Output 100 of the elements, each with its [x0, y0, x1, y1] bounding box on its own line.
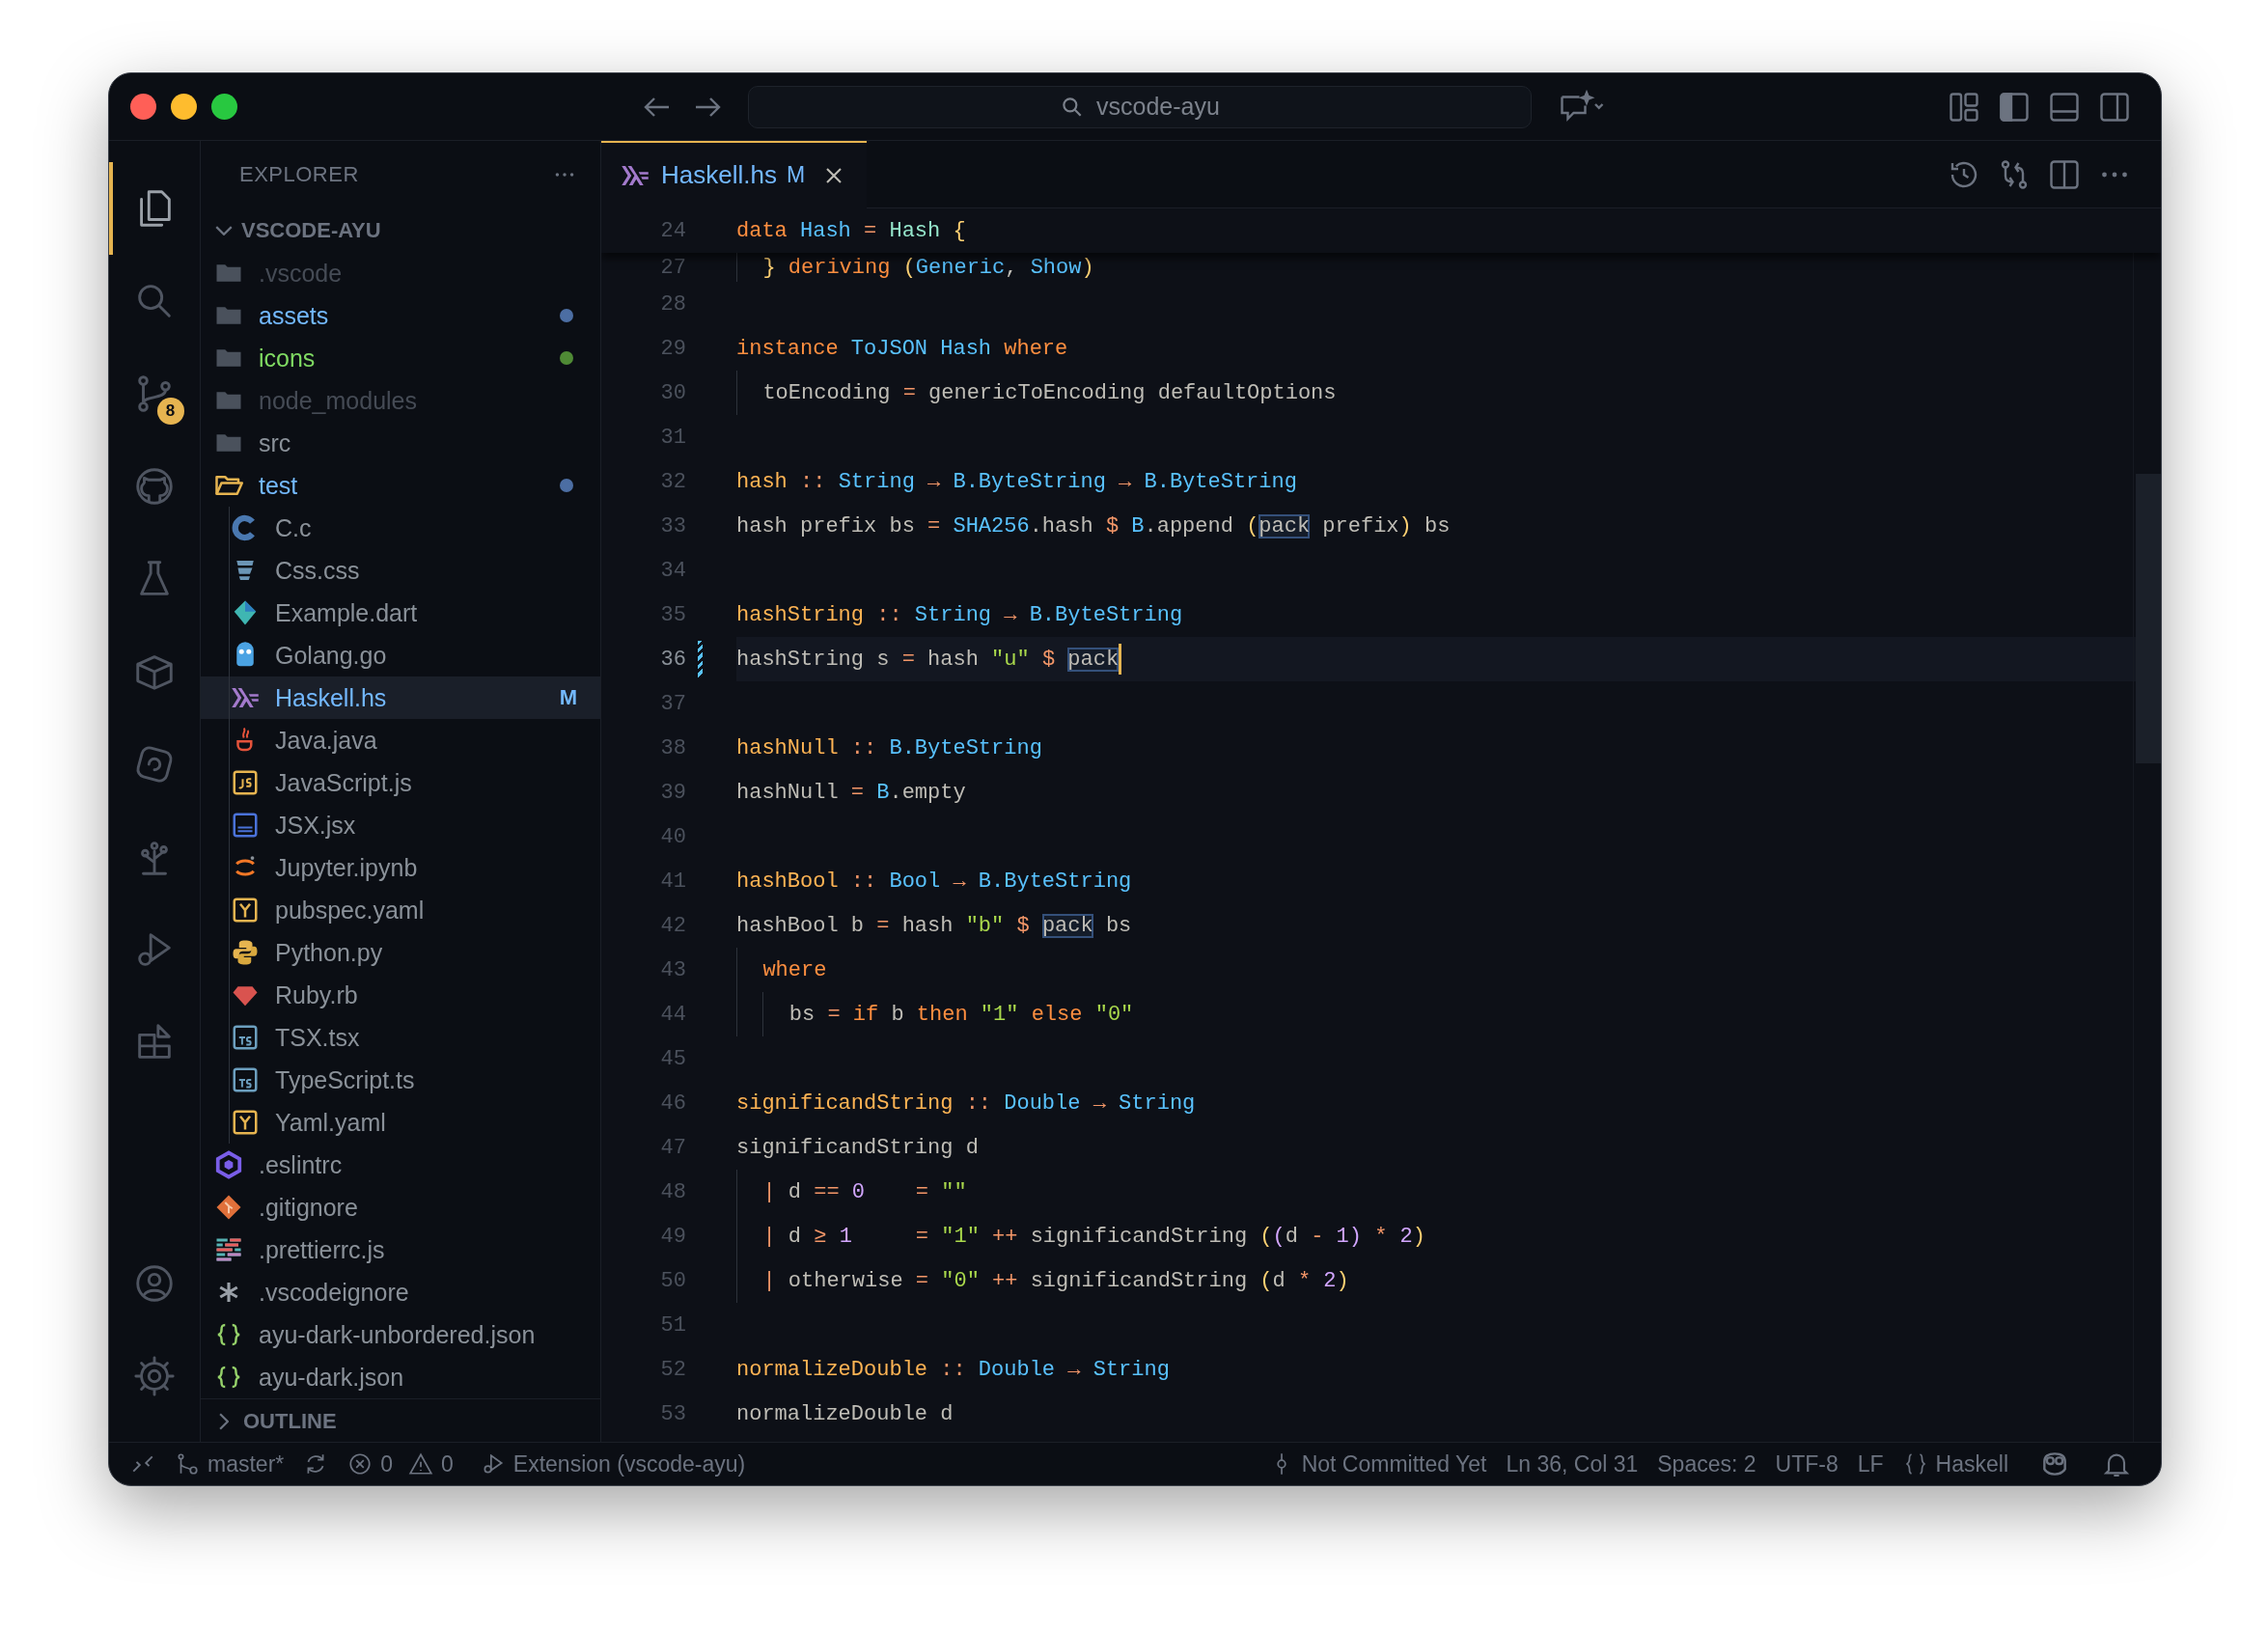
editor-tab[interactable]: Haskell.hs M — [601, 140, 868, 208]
workspace-folder-header[interactable]: VSCODE-AYU — [201, 208, 600, 252]
file-tree-item[interactable]: .gitignore — [201, 1186, 600, 1229]
line-number: 49 — [659, 1224, 686, 1249]
line-number: 52 — [659, 1357, 686, 1382]
line-number: 44 — [659, 1002, 686, 1027]
maximize-window-button[interactable] — [211, 94, 237, 120]
launch-configuration[interactable]: Extension (vscode-ayu) — [480, 1450, 746, 1477]
code-line: | otherwise = "0" ++ significandString (d * 2) — [736, 1258, 1349, 1303]
code-line: } deriving (Generic, Show) — [736, 253, 1094, 282]
line-number: 43 — [659, 957, 686, 982]
code-line: hashNull = B.empty — [736, 780, 966, 805]
file-type-icon — [231, 768, 260, 797]
line-number: 30 — [659, 380, 686, 405]
cursor-position[interactable]: Ln 36, Col 31 — [1506, 1450, 1639, 1477]
code-line: data Hash = Hash { — [736, 218, 966, 243]
code-line: | d == 0 = "" — [736, 1170, 967, 1214]
text-cursor — [1119, 644, 1122, 675]
line-number: 50 — [659, 1268, 686, 1293]
line-number: 41 — [659, 869, 686, 894]
file-tree-item[interactable]: JSX.jsx — [201, 804, 600, 846]
line-number: 35 — [659, 602, 686, 627]
branch-indicator[interactable]: master* — [175, 1450, 285, 1477]
code-line: instance ToJSON Hash where — [736, 336, 1068, 361]
file-type-icon — [231, 1108, 260, 1137]
code-line: normalizeDouble d — [736, 1401, 954, 1426]
file-tree-item[interactable]: ayu-dark.json — [201, 1356, 600, 1398]
code-line: toEncoding = genericToEncoding defaultOptions — [736, 371, 1337, 415]
file-tree-item[interactable]: Haskell.hs M — [201, 676, 600, 719]
line-number: 46 — [659, 1091, 686, 1116]
branch-icon — [175, 1451, 200, 1477]
file-tree-item[interactable]: test — [201, 464, 600, 507]
file-tree-item[interactable]: Java.java — [201, 719, 600, 761]
line-number: 38 — [659, 735, 686, 760]
code-line: hash prefix bs = SHA256.hash $ B.append (pack prefix) bs — [736, 513, 1451, 538]
file-type-icon — [231, 938, 260, 967]
line-ending-setting[interactable]: LF — [1857, 1450, 1884, 1477]
count-badge: 8 — [156, 398, 184, 425]
line-number: 53 — [659, 1401, 686, 1426]
git-status-dot — [560, 309, 573, 322]
file-tree-item[interactable]: Example.dart — [201, 592, 600, 634]
encoding-setting[interactable]: UTF-8 — [1775, 1450, 1839, 1477]
file-tree-item[interactable]: Python.py — [201, 931, 600, 974]
file-tree-item[interactable]: .prettierrc.js — [201, 1229, 600, 1271]
file-tree-item[interactable]: assets — [201, 294, 600, 337]
code-line: hashString :: String → B.ByteString — [736, 602, 1183, 627]
line-number: 32 — [659, 469, 686, 494]
file-tree-item[interactable]: icons — [201, 337, 600, 379]
code-line: significandString d — [736, 1135, 979, 1160]
line-number: 27 — [659, 255, 686, 280]
outline-section-header[interactable]: OUTLINE — [201, 1398, 600, 1443]
file-tree-item[interactable]: Yaml.yaml — [201, 1101, 600, 1144]
explorer-title: EXPLORER — [239, 162, 359, 187]
file-tree-item[interactable]: Ruby.rb — [201, 974, 600, 1016]
file-type-icon — [214, 1193, 243, 1222]
line-number: 45 — [659, 1046, 686, 1071]
settings-icon[interactable] — [132, 1354, 177, 1398]
file-tree-item[interactable]: TSX.tsx — [201, 1016, 600, 1059]
line-number: 24 — [659, 218, 686, 243]
file-tree-item[interactable]: .eslintrc — [201, 1144, 600, 1186]
line-number: 48 — [659, 1179, 686, 1204]
indentation-setting[interactable]: Spaces: 2 — [1657, 1450, 1756, 1477]
file-tree-item[interactable]: .vscodeignore — [201, 1271, 600, 1313]
file-type-icon — [231, 896, 260, 925]
line-number: 37 — [659, 691, 686, 716]
file-type-icon — [231, 1065, 260, 1094]
file-tree-item[interactable]: Jupyter.ipynb — [201, 846, 600, 889]
file-tree-item[interactable]: C.c — [201, 507, 600, 549]
line-number: 28 — [659, 291, 686, 317]
line-number: 51 — [659, 1312, 686, 1338]
command-center-search[interactable]: vscode-ayu — [748, 85, 1532, 128]
file-tree-item[interactable]: TypeScript.ts — [201, 1059, 600, 1101]
language-mode[interactable]: Haskell — [1902, 1450, 2008, 1477]
line-number: 36 — [659, 647, 686, 672]
file-tree-item[interactable]: ayu-dark-unbordered.json — [201, 1313, 600, 1356]
file-type-icon — [231, 811, 260, 840]
code-line: hashNull :: B.ByteString — [736, 735, 1042, 760]
git-status-dot — [560, 479, 573, 492]
problems-indicator[interactable]: 0 0 — [347, 1450, 461, 1477]
file-tree-item[interactable]: Golang.go — [201, 634, 600, 676]
code-line: hashBool :: Bool → B.ByteString — [736, 869, 1132, 894]
line-number: 34 — [659, 558, 686, 583]
blame-indicator[interactable]: Not Committed Yet — [1268, 1450, 1487, 1477]
file-tree-item[interactable]: Css.css — [201, 549, 600, 592]
scrollbar-thumb[interactable] — [2136, 474, 2161, 763]
code-line: hash :: String → B.ByteString → B.ByteString — [736, 469, 1297, 494]
minimize-window-button[interactable] — [171, 94, 197, 120]
line-number: 29 — [659, 336, 686, 361]
chevron-right-icon — [219, 1412, 229, 1430]
line-number: 31 — [659, 425, 686, 450]
file-tree-item[interactable]: src — [201, 422, 600, 464]
chevron-down-icon — [215, 225, 233, 235]
file-tree-item[interactable]: pubspec.yaml — [201, 889, 600, 931]
line-number: 33 — [659, 513, 686, 538]
line-number: 39 — [659, 780, 686, 805]
git-status-letter: M — [559, 685, 577, 710]
close-window-button[interactable] — [130, 94, 156, 120]
code-line: significandString :: Double → String — [736, 1091, 1196, 1116]
file-tree-item[interactable]: JavaScript.js — [201, 761, 600, 804]
warning-icon — [408, 1451, 434, 1477]
